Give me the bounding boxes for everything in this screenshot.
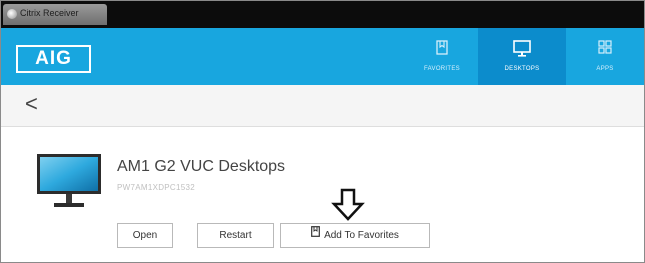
window-title-tab[interactable]: Citrix Receiver bbox=[3, 4, 107, 25]
add-to-favorites-label: Add To Favorites bbox=[324, 230, 399, 241]
aig-logo: AIG bbox=[16, 45, 91, 73]
tab-favorites[interactable]: FAVORITES bbox=[406, 28, 478, 85]
citrix-receiver-icon bbox=[7, 9, 17, 19]
grid-icon bbox=[598, 40, 612, 59]
tab-apps-label: APPS bbox=[596, 66, 614, 72]
bookmark-icon bbox=[311, 223, 320, 246]
tab-favorites-label: FAVORITES bbox=[424, 66, 460, 72]
resource-name: AM1 G2 VUC Desktops bbox=[117, 158, 286, 175]
resource-id: PW7AM1XDPC1532 bbox=[117, 183, 196, 192]
add-to-favorites-button[interactable]: Add To Favorites bbox=[280, 223, 430, 248]
tab-desktops-label: DESKTOPS bbox=[504, 66, 540, 72]
arrow-down-icon bbox=[331, 188, 365, 227]
app-header: AIG FAVORITES DESKTOPS APPS bbox=[1, 28, 644, 85]
tab-apps[interactable]: APPS bbox=[566, 28, 644, 85]
desktop-monitor-icon bbox=[36, 152, 104, 215]
tab-desktops[interactable]: DESKTOPS bbox=[478, 28, 566, 85]
title-bar: Citrix Receiver bbox=[1, 1, 644, 28]
bookmark-icon bbox=[436, 40, 448, 60]
back-button[interactable]: < bbox=[25, 93, 38, 115]
open-button[interactable]: Open bbox=[117, 223, 173, 248]
window-title: Citrix Receiver bbox=[20, 8, 79, 18]
citrix-receiver-window: Citrix Receiver AIG FAVORITES DESKTOPS A… bbox=[0, 0, 645, 263]
navigation-bar: < bbox=[1, 85, 644, 127]
monitor-icon bbox=[513, 40, 531, 62]
restart-button[interactable]: Restart bbox=[197, 223, 274, 248]
